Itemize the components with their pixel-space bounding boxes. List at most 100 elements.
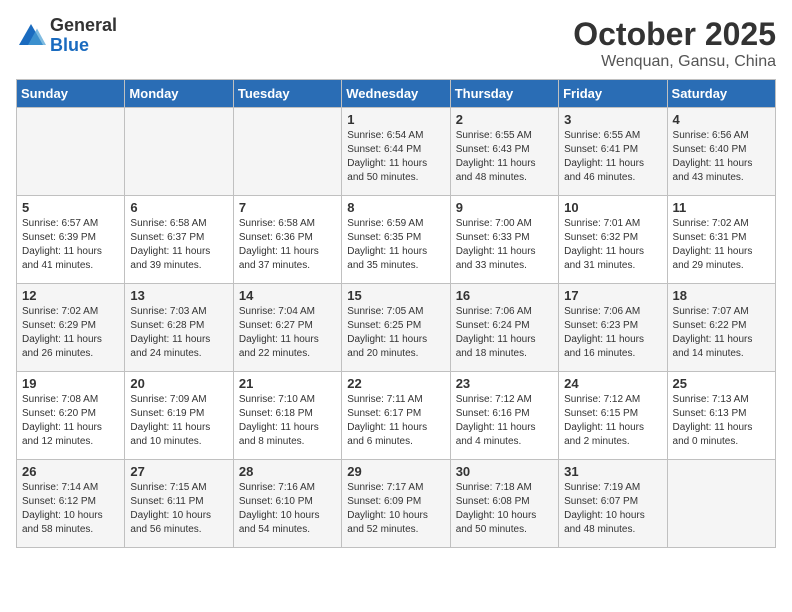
day-number: 20 (130, 376, 227, 391)
day-number: 4 (673, 112, 770, 127)
calendar-cell: 22Sunrise: 7:11 AM Sunset: 6:17 PM Dayli… (342, 372, 450, 460)
day-info: Sunrise: 7:15 AM Sunset: 6:11 PM Dayligh… (130, 481, 227, 537)
day-info: Sunrise: 7:02 AM Sunset: 6:29 PM Dayligh… (22, 305, 119, 361)
calendar-table: SundayMondayTuesdayWednesdayThursdayFrid… (16, 79, 776, 548)
calendar-cell: 23Sunrise: 7:12 AM Sunset: 6:16 PM Dayli… (450, 372, 558, 460)
calendar-cell: 6Sunrise: 6:58 AM Sunset: 6:37 PM Daylig… (125, 196, 233, 284)
calendar-cell: 20 Sunrise: 7:09 AM Sunset: 6:19 PM Dayli… (125, 372, 233, 460)
day-number: 14 (239, 288, 336, 303)
title-block: October 2025 Wenquan, Gansu, China (573, 16, 776, 71)
day-number: 15 (347, 288, 444, 303)
logo-general: General (50, 16, 117, 36)
day-info: Sunrise: 7:09 AM Sunset: 6:19 PM Dayligh… (130, 393, 227, 449)
day-number: 25 (673, 376, 770, 391)
calendar-cell: 28 Sunrise: 7:16 AM Sunset: 6:10 PM Dayli… (233, 460, 341, 548)
calendar-cell: 29 Sunrise: 7:17 AM Sunset: 6:09 PM Dayli… (342, 460, 450, 548)
day-number: 8 (347, 200, 444, 215)
month-title: October 2025 (573, 16, 776, 53)
day-number: 1 (347, 112, 444, 127)
day-number: 24 (564, 376, 661, 391)
day-number: 31 (564, 464, 661, 479)
day-info: Sunrise: 7:12 AM Sunset: 6:15 PM Dayligh… (564, 393, 661, 449)
calendar-cell (17, 108, 125, 196)
calendar-cell: 7 Sunrise: 6:58 AM Sunset: 6:36 PM Daylig… (233, 196, 341, 284)
day-info: Sunrise: 7:19 AM Sunset: 6:07 PM Dayligh… (564, 481, 661, 537)
page-header: General Blue October 2025 Wenquan, Gansu… (16, 16, 776, 71)
header-wednesday: Wednesday (342, 80, 450, 108)
day-info: Sunrise: 6:55 AM Sunset: 6:41 PM Dayligh… (564, 129, 661, 185)
day-info: Sunrise: 7:06 AM Sunset: 6:23 PM Dayligh… (564, 305, 661, 361)
day-info: Sunrise: 7:14 AM Sunset: 6:12 PM Dayligh… (22, 481, 119, 537)
day-info: Sunrise: 6:56 AM Sunset: 6:40 PM Dayligh… (673, 129, 770, 185)
day-number: 21 (239, 376, 336, 391)
day-number: 19 (22, 376, 119, 391)
logo: General Blue (16, 16, 117, 56)
calendar-cell: 4 Sunrise: 6:56 AM Sunset: 6:40 PM Daylig… (667, 108, 775, 196)
days-header-row: SundayMondayTuesdayWednesdayThursdayFrid… (17, 80, 776, 108)
calendar-cell: 2 Sunrise: 6:55 AM Sunset: 6:43 PM Daylig… (450, 108, 558, 196)
calendar-cell: 9 Sunrise: 7:00 AM Sunset: 6:33 PM Daylig… (450, 196, 558, 284)
calendar-cell: 19 Sunrise: 7:08 AM Sunset: 6:20 PM Dayli… (17, 372, 125, 460)
week-row-2: 5 Sunrise: 6:57 AM Sunset: 6:39 PM Daylig… (17, 196, 776, 284)
week-row-4: 19 Sunrise: 7:08 AM Sunset: 6:20 PM Dayli… (17, 372, 776, 460)
day-info: Sunrise: 7:04 AM Sunset: 6:27 PM Dayligh… (239, 305, 336, 361)
day-info: Sunrise: 7:08 AM Sunset: 6:20 PM Dayligh… (22, 393, 119, 449)
day-info: Sunrise: 7:18 AM Sunset: 6:08 PM Dayligh… (456, 481, 553, 537)
day-number: 17 (564, 288, 661, 303)
calendar-cell: 24 Sunrise: 7:12 AM Sunset: 6:15 PM Dayli… (559, 372, 667, 460)
logo-text: General Blue (50, 16, 117, 56)
calendar-cell: 30 Sunrise: 7:18 AM Sunset: 6:08 PM Dayli… (450, 460, 558, 548)
calendar-cell: 8Sunrise: 6:59 AM Sunset: 6:35 PM Daylig… (342, 196, 450, 284)
day-number: 5 (22, 200, 119, 215)
day-info: Sunrise: 7:01 AM Sunset: 6:32 PM Dayligh… (564, 217, 661, 273)
header-saturday: Saturday (667, 80, 775, 108)
day-info: Sunrise: 6:55 AM Sunset: 6:43 PM Dayligh… (456, 129, 553, 185)
day-number: 28 (239, 464, 336, 479)
day-info: Sunrise: 7:16 AM Sunset: 6:10 PM Dayligh… (239, 481, 336, 537)
day-number: 29 (347, 464, 444, 479)
day-info: Sunrise: 7:02 AM Sunset: 6:31 PM Dayligh… (673, 217, 770, 273)
day-number: 9 (456, 200, 553, 215)
day-number: 7 (239, 200, 336, 215)
header-friday: Friday (559, 80, 667, 108)
day-info: Sunrise: 7:10 AM Sunset: 6:18 PM Dayligh… (239, 393, 336, 449)
day-info: Sunrise: 6:57 AM Sunset: 6:39 PM Dayligh… (22, 217, 119, 273)
calendar-cell: 12 Sunrise: 7:02 AM Sunset: 6:29 PM Dayli… (17, 284, 125, 372)
day-number: 23 (456, 376, 553, 391)
calendar-cell: 25 Sunrise: 7:13 AM Sunset: 6:13 PM Dayli… (667, 372, 775, 460)
logo-blue: Blue (50, 36, 117, 56)
day-number: 22 (347, 376, 444, 391)
day-number: 18 (673, 288, 770, 303)
day-info: Sunrise: 7:00 AM Sunset: 6:33 PM Dayligh… (456, 217, 553, 273)
calendar-cell: 1 Sunrise: 6:54 AM Sunset: 6:44 PM Daylig… (342, 108, 450, 196)
day-info: Sunrise: 7:13 AM Sunset: 6:13 PM Dayligh… (673, 393, 770, 449)
day-info: Sunrise: 6:54 AM Sunset: 6:44 PM Dayligh… (347, 129, 444, 185)
day-number: 2 (456, 112, 553, 127)
day-info: Sunrise: 7:07 AM Sunset: 6:22 PM Dayligh… (673, 305, 770, 361)
calendar-cell: 16Sunrise: 7:06 AM Sunset: 6:24 PM Dayli… (450, 284, 558, 372)
header-tuesday: Tuesday (233, 80, 341, 108)
day-number: 12 (22, 288, 119, 303)
calendar-cell: 17 Sunrise: 7:06 AM Sunset: 6:23 PM Dayli… (559, 284, 667, 372)
calendar-cell: 5 Sunrise: 6:57 AM Sunset: 6:39 PM Daylig… (17, 196, 125, 284)
calendar-cell (233, 108, 341, 196)
calendar-cell: 14 Sunrise: 7:04 AM Sunset: 6:27 PM Dayli… (233, 284, 341, 372)
day-number: 3 (564, 112, 661, 127)
calendar-cell: 18 Sunrise: 7:07 AM Sunset: 6:22 PM Dayli… (667, 284, 775, 372)
calendar-cell: 15Sunrise: 7:05 AM Sunset: 6:25 PM Dayli… (342, 284, 450, 372)
calendar-cell: 21 Sunrise: 7:10 AM Sunset: 6:18 PM Dayli… (233, 372, 341, 460)
day-number: 16 (456, 288, 553, 303)
week-row-5: 26 Sunrise: 7:14 AM Sunset: 6:12 PM Dayli… (17, 460, 776, 548)
calendar-cell (667, 460, 775, 548)
calendar-cell: 11Sunrise: 7:02 AM Sunset: 6:31 PM Dayli… (667, 196, 775, 284)
header-thursday: Thursday (450, 80, 558, 108)
day-info: Sunrise: 7:03 AM Sunset: 6:28 PM Dayligh… (130, 305, 227, 361)
calendar-cell: 3 Sunrise: 6:55 AM Sunset: 6:41 PM Daylig… (559, 108, 667, 196)
header-sunday: Sunday (17, 80, 125, 108)
day-number: 26 (22, 464, 119, 479)
day-info: Sunrise: 6:58 AM Sunset: 6:36 PM Dayligh… (239, 217, 336, 273)
day-number: 30 (456, 464, 553, 479)
day-number: 10 (564, 200, 661, 215)
day-info: Sunrise: 7:17 AM Sunset: 6:09 PM Dayligh… (347, 481, 444, 537)
calendar-cell: 31 Sunrise: 7:19 AM Sunset: 6:07 PM Dayli… (559, 460, 667, 548)
